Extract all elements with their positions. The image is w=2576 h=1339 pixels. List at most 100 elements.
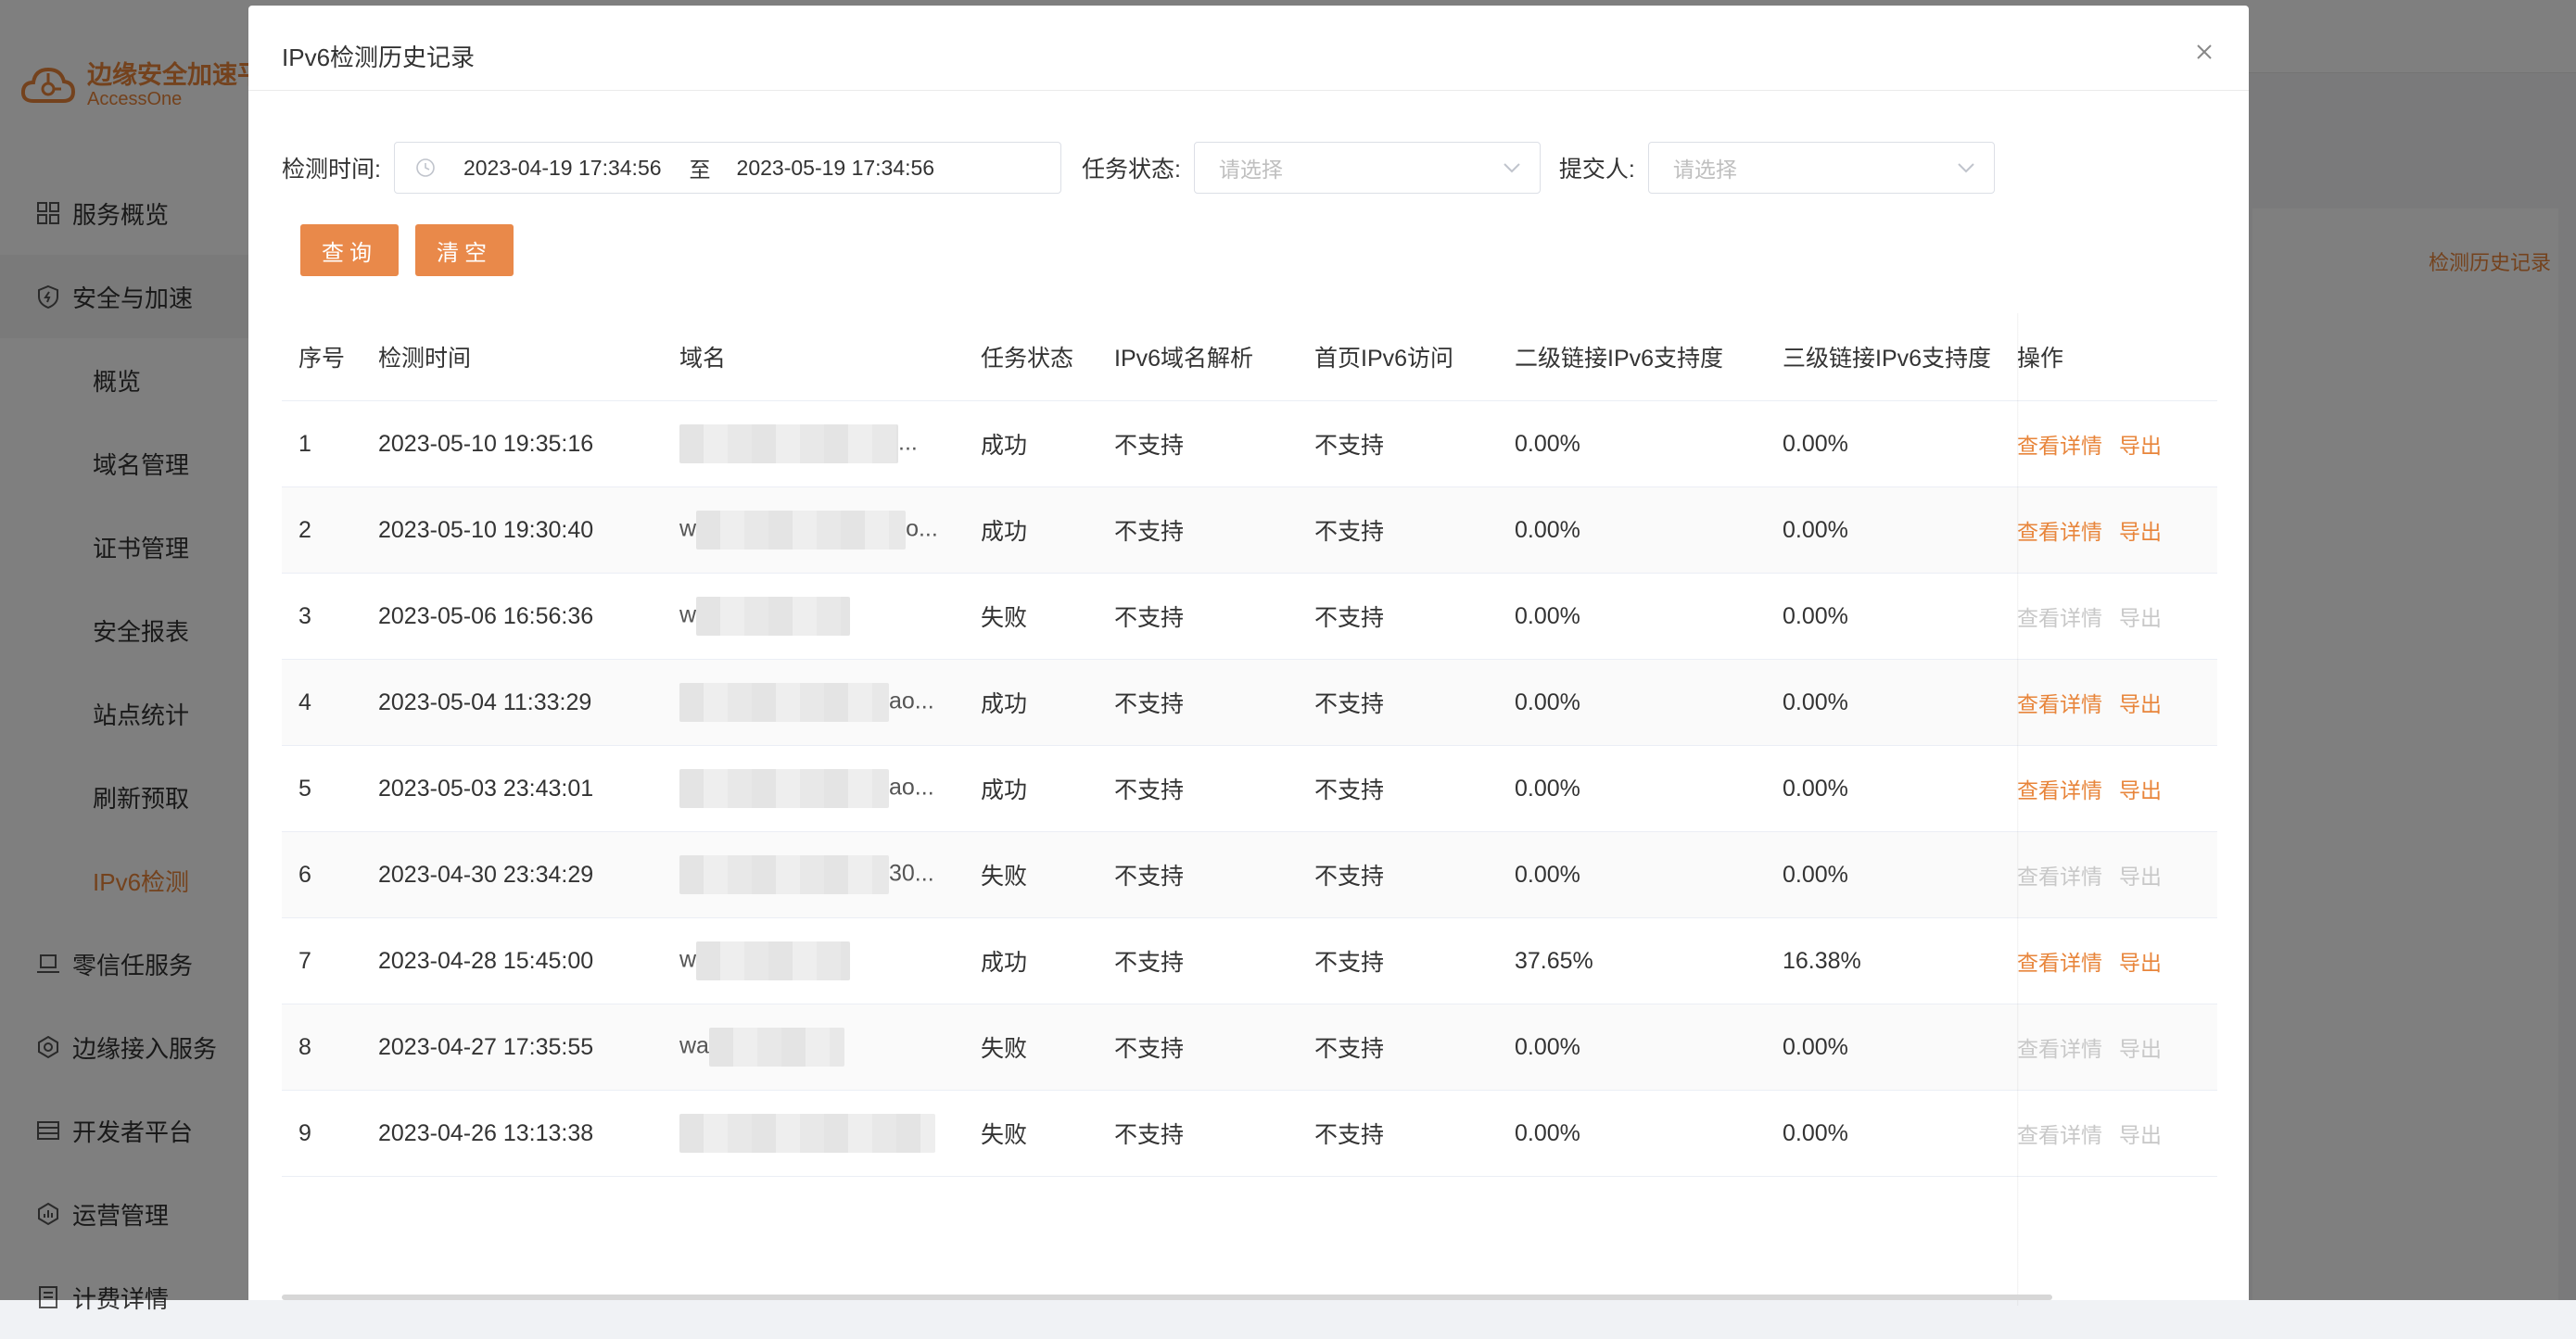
range-separator: 至 — [689, 158, 711, 182]
row-index: 7 — [298, 947, 311, 974]
domain-suffix: o... — [906, 515, 938, 542]
home-ipv6: 不支持 — [1314, 605, 1385, 631]
table-row[interactable]: 5 2023-05-03 23:43:01 ao... 成功 不支持 不支持 0.00% 0.… — [282, 746, 2217, 832]
ipv6-dns: 不支持 — [1114, 1122, 1185, 1148]
view-detail-link[interactable]: 查看详情 — [2017, 778, 2102, 802]
domain-suffix: ao... — [889, 688, 934, 714]
home-ipv6: 不支持 — [1314, 433, 1385, 459]
level2-support: 0.00% — [1515, 688, 1580, 715]
detect-time: 2023-05-04 11:33:29 — [378, 688, 592, 715]
submitter-label: 提交人: — [1558, 157, 1635, 183]
ipv6-dns: 不支持 — [1114, 605, 1185, 631]
ipv6-dns: 不支持 — [1114, 691, 1185, 717]
horizontal-scrollbar[interactable] — [282, 1295, 2052, 1300]
export-link[interactable]: 导出 — [2119, 692, 2162, 716]
status-label: 任务状态: — [1081, 157, 1181, 183]
row-actions: 查看详情 导出 — [1999, 945, 2217, 977]
view-detail-link[interactable]: 查看详情 — [2017, 951, 2102, 975]
view-detail-link[interactable]: 查看详情 — [2017, 1037, 2102, 1061]
column-header: 检测时间 — [378, 346, 472, 372]
clear-button[interactable]: 清空 — [415, 224, 514, 276]
column-header: 序号 — [298, 346, 346, 372]
table-header: 序号 检测时间 域名 任务状态 IPv6域名解析 首页IPv6访问 二级链接IPv6支持度 三… — [282, 313, 2217, 401]
export-link[interactable]: 导出 — [2119, 434, 2162, 458]
table-row[interactable]: 4 2023-05-04 11:33:29 ao... 成功 不支持 不支持 0.00% 0.… — [282, 660, 2217, 746]
view-detail-link[interactable]: 查看详情 — [2017, 434, 2102, 458]
row-actions: 查看详情 导出 — [1999, 687, 2217, 718]
export-link[interactable]: 导出 — [2119, 1037, 2162, 1061]
row-index: 3 — [298, 602, 311, 629]
row-index: 9 — [298, 1119, 311, 1146]
export-link[interactable]: 导出 — [2119, 606, 2162, 630]
close-icon[interactable] — [2193, 41, 2215, 63]
detect-time: 2023-05-03 23:43:01 — [378, 775, 594, 802]
level3-support: 0.00% — [1783, 688, 1848, 715]
redacted-domain — [679, 1114, 935, 1153]
chevron-down-icon — [1958, 163, 1974, 173]
start-date[interactable]: 2023-04-19 17:34:56 — [463, 156, 662, 181]
domain-suffix: 30... — [889, 860, 934, 887]
redacted-domain — [696, 941, 851, 980]
end-date[interactable]: 2023-05-19 17:34:56 — [737, 156, 935, 181]
domain-cell: w — [663, 597, 964, 636]
table-row[interactable]: 1 2023-05-10 19:35:16... 成功 不支持 不支持 0.00% 0.00… — [282, 401, 2217, 487]
export-link[interactable]: 导出 — [2119, 951, 2162, 975]
row-index: 4 — [298, 688, 311, 715]
ipv6-dns: 不支持 — [1114, 950, 1185, 976]
history-dialog: IPv6检测历史记录 检测时间: 2023-04-19 17:34:56 至 2… — [248, 6, 2249, 1306]
domain-cell: w — [663, 941, 964, 980]
table-row[interactable]: 2 2023-05-10 19:30:40 w o... 成功 不支持 不支持 0.00% 0.… — [282, 487, 2217, 574]
view-detail-link[interactable]: 查看详情 — [2017, 1123, 2102, 1147]
detect-time: 2023-05-10 19:35:16 — [378, 430, 594, 457]
domain-suffix: ao... — [889, 774, 934, 801]
export-link[interactable]: 导出 — [2119, 865, 2162, 889]
table-row[interactable]: 6 2023-04-30 23:34:29 30... 失败 不支持 不支持 0.00% 0.… — [282, 832, 2217, 918]
query-button[interactable]: 查询 — [300, 224, 399, 276]
task-status: 成功 — [981, 519, 1028, 545]
column-header: 三级链接IPv6支持度 — [1783, 346, 1992, 372]
table-row[interactable]: 8 2023-04-27 17:35:55 wa 失败 不支持 不支持 0.00% 0.00%… — [282, 1004, 2217, 1091]
row-actions: 查看详情 导出 — [1999, 600, 2217, 632]
status-placeholder: 请选择 — [1218, 158, 1283, 182]
home-ipv6: 不支持 — [1314, 950, 1385, 976]
ipv6-dns: 不支持 — [1114, 519, 1185, 545]
level3-support: 0.00% — [1783, 1119, 1848, 1146]
history-table: 序号 检测时间 域名 任务状态 IPv6域名解析 首页IPv6访问 二级链接IPv6支持度 三… — [282, 313, 2217, 1306]
submitter-select[interactable]: 请选择 — [1647, 142, 1995, 194]
task-status: 失败 — [981, 1036, 1028, 1062]
column-header: 操作 — [2017, 346, 2064, 372]
table-row[interactable]: 3 2023-05-06 16:56:36 w 失败 不支持 不支持 0.00% 0.00% 查… — [282, 574, 2217, 660]
task-status: 失败 — [981, 1122, 1028, 1148]
ipv6-dns: 不支持 — [1114, 433, 1185, 459]
redacted-domain — [679, 769, 889, 808]
redacted-domain — [708, 1028, 844, 1067]
domain-prefix: wa — [679, 1032, 709, 1059]
home-ipv6: 不支持 — [1314, 519, 1385, 545]
dialog-header: IPv6检测历史记录 — [248, 6, 2249, 91]
task-status: 成功 — [981, 777, 1028, 803]
table-row[interactable]: 7 2023-04-28 15:45:00 w 成功 不支持 不支持 37.65% 16.38… — [282, 918, 2217, 1004]
level2-support: 0.00% — [1515, 1033, 1580, 1060]
export-link[interactable]: 导出 — [2119, 1123, 2162, 1147]
home-ipv6: 不支持 — [1314, 1122, 1385, 1148]
column-header: 首页IPv6访问 — [1314, 346, 1454, 372]
row-actions: 查看详情 导出 — [1999, 514, 2217, 546]
export-link[interactable]: 导出 — [2119, 778, 2162, 802]
status-select[interactable]: 请选择 — [1193, 142, 1541, 194]
level3-support: 0.00% — [1783, 775, 1848, 802]
table-row[interactable]: 9 2023-04-26 13:13:38 失败 不支持 不支持 0.00% 0.00% 查看… — [282, 1091, 2217, 1177]
detect-time: 2023-05-10 19:30:40 — [378, 516, 594, 543]
domain-cell: ... — [663, 424, 964, 463]
export-link[interactable]: 导出 — [2119, 520, 2162, 544]
level3-support: 16.38% — [1783, 947, 1861, 974]
view-detail-link[interactable]: 查看详情 — [2017, 520, 2102, 544]
row-actions: 查看详情 导出 — [1999, 1118, 2217, 1149]
domain-cell: w o... — [663, 511, 964, 549]
column-header: IPv6域名解析 — [1114, 346, 1254, 372]
clock-icon — [416, 158, 435, 177]
view-detail-link[interactable]: 查看详情 — [2017, 606, 2102, 630]
view-detail-link[interactable]: 查看详情 — [2017, 865, 2102, 889]
date-range-picker[interactable]: 2023-04-19 17:34:56 至 2023-05-19 17:34:5… — [393, 142, 1061, 194]
domain-cell: 30... — [663, 855, 964, 894]
view-detail-link[interactable]: 查看详情 — [2017, 692, 2102, 716]
